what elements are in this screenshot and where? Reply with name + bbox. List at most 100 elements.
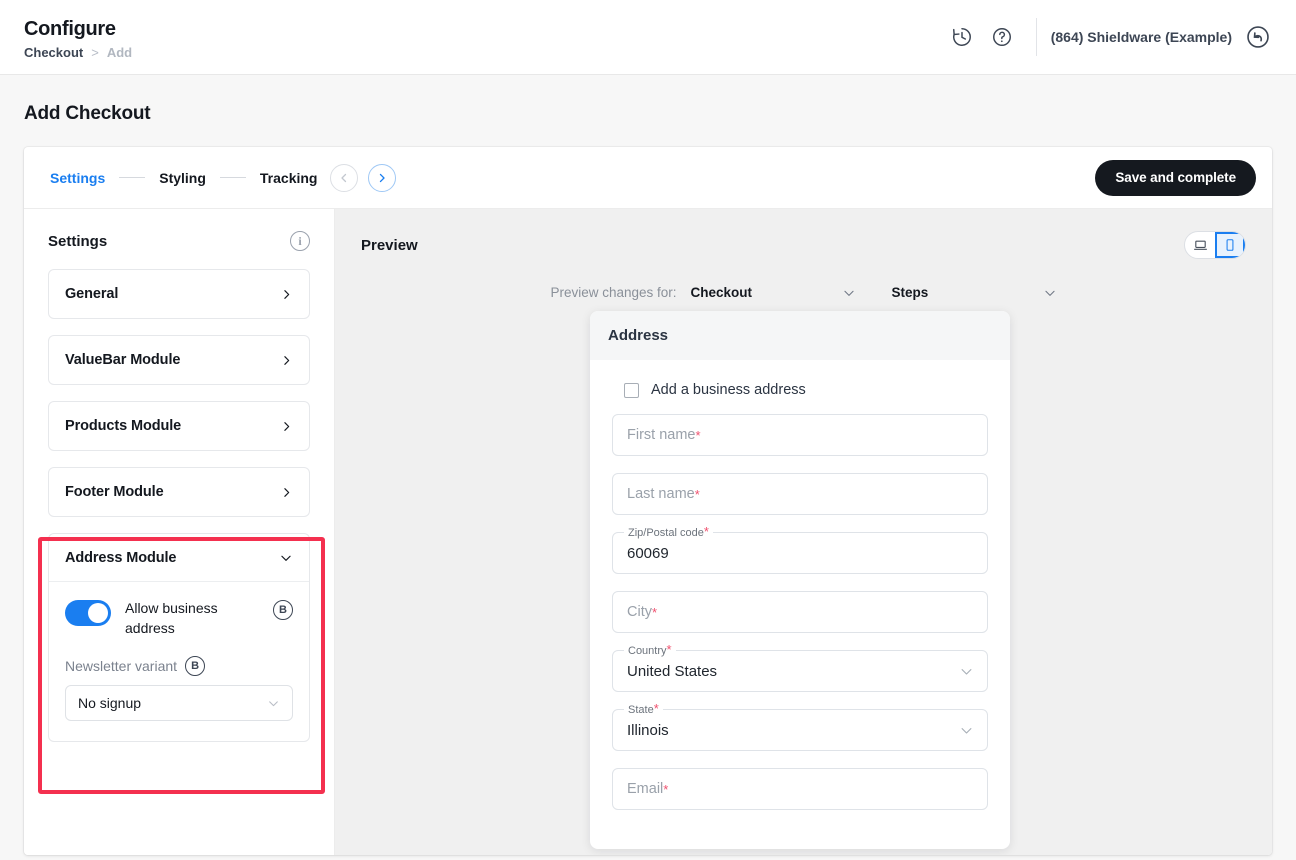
chevron-right-icon <box>280 354 293 367</box>
header-divider <box>1035 18 1037 56</box>
card-body: Settings i General ValueBar Module Produ… <box>24 209 1272 855</box>
business-address-checkbox-row[interactable]: Add a business address <box>624 382 988 398</box>
chevron-down-icon <box>267 697 280 710</box>
last-name-placeholder: Last name <box>627 486 695 502</box>
email-field[interactable]: Email * <box>612 768 988 810</box>
tab-tracking[interactable]: Tracking <box>258 170 320 186</box>
breadcrumb-add: Add <box>106 44 133 60</box>
module-header[interactable]: Footer Module <box>49 468 309 516</box>
required-asterisk: * <box>695 427 701 443</box>
zip-postal-code-label: Zip/Postal code* <box>624 524 713 539</box>
newsletter-variant-label: Newsletter variant <box>65 658 178 674</box>
required-asterisk: * <box>694 486 700 502</box>
variant-b-badge-icon[interactable]: B <box>273 600 293 620</box>
tab-styling[interactable]: Styling <box>157 170 208 186</box>
module-header[interactable]: ValueBar Module <box>49 336 309 384</box>
zip-postal-code-value: 60069 <box>627 544 669 562</box>
city-field[interactable]: City * <box>612 591 988 633</box>
allow-business-address-row: Allow business address B <box>65 598 293 638</box>
undo-arrow-icon[interactable] <box>1244 23 1272 51</box>
module-header[interactable]: Products Module <box>49 402 309 450</box>
state-value: Illinois <box>627 721 669 739</box>
preview-card-title: Address <box>590 311 1010 360</box>
sidebar-item-footer-module[interactable]: Footer Module <box>48 467 310 517</box>
next-step-button[interactable] <box>367 163 396 192</box>
preview-controls-label: Preview changes for: <box>550 285 677 300</box>
account-block[interactable]: (864) Shieldware (Example) <box>1051 23 1272 51</box>
settings-sidebar: Settings i General ValueBar Module Produ… <box>24 209 335 855</box>
chevron-down-icon <box>959 664 974 679</box>
tab-connector <box>119 177 146 178</box>
sidebar-item-general[interactable]: General <box>48 269 310 319</box>
header-left: Configure Checkout > Add <box>24 15 132 60</box>
tabs: Settings Styling Tracking <box>48 163 396 192</box>
account-name: (864) Shieldware (Example) <box>1050 29 1232 45</box>
module-body: Allow business address B Newsletter vari… <box>49 582 309 741</box>
module-label: Address Module <box>65 549 177 566</box>
sidebar-item-valuebar-module[interactable]: ValueBar Module <box>48 335 310 385</box>
variant-b-badge-icon[interactable]: B <box>185 656 206 676</box>
preview-controls: Preview changes for: Checkout Steps <box>361 285 1246 300</box>
sidebar-item-products-module[interactable]: Products Module <box>48 401 310 451</box>
sidebar-item-address-module[interactable]: Address Module Allow business address B … <box>48 533 310 742</box>
breadcrumb: Checkout > Add <box>24 45 132 60</box>
preview-scope-select[interactable]: Checkout <box>691 285 856 300</box>
email-placeholder: Email <box>627 781 664 797</box>
prev-step-button[interactable] <box>329 163 358 192</box>
breadcrumb-checkout[interactable]: Checkout <box>24 45 83 60</box>
module-label: Products Module <box>65 418 182 434</box>
country-value: United States <box>627 662 718 680</box>
business-address-label: Add a business address <box>651 382 806 398</box>
sidebar-header: Settings i <box>48 231 310 251</box>
laptop-icon[interactable] <box>1185 232 1215 258</box>
module-label: Footer Module <box>65 484 164 500</box>
toggle-knob <box>88 603 108 623</box>
required-asterisk: * <box>666 642 672 657</box>
chevron-down-icon <box>842 286 856 300</box>
zip-postal-code-field[interactable]: Zip/Postal code* 60069 <box>612 525 988 574</box>
module-header[interactable]: Address Module <box>49 534 309 582</box>
module-label: General <box>65 286 119 302</box>
chevron-right-icon <box>280 486 293 499</box>
preview-card-body: Add a business address First name * Last … <box>590 360 1010 810</box>
country-select[interactable]: Country* United States <box>612 643 988 692</box>
checkout-preview-card: Address Add a business address First nam… <box>590 311 1010 849</box>
app-header: Configure Checkout > Add (864) Shieldwar… <box>0 0 1296 75</box>
help-question-icon[interactable] <box>982 17 1022 57</box>
city-placeholder: City <box>627 604 652 620</box>
main-card: Settings Styling Tracking Save and compl… <box>24 147 1272 855</box>
save-and-complete-button[interactable]: Save and complete <box>1095 159 1256 196</box>
chevron-down-icon <box>279 551 293 565</box>
tab-strip: Settings Styling Tracking Save and compl… <box>24 147 1272 209</box>
tab-settings[interactable]: Settings <box>48 170 107 186</box>
newsletter-variant-select[interactable]: No signup <box>65 685 293 721</box>
header-right: (864) Shieldware (Example) <box>942 17 1272 57</box>
mobile-icon[interactable] <box>1215 232 1245 258</box>
module-header[interactable]: General <box>49 270 309 318</box>
first-name-placeholder: First name <box>627 427 696 443</box>
chevron-down-icon <box>1043 286 1057 300</box>
newsletter-variant-value: No signup <box>78 695 142 711</box>
preview-steps-select[interactable]: Steps <box>892 285 1057 300</box>
preview-steps-value: Steps <box>891 285 929 300</box>
first-name-field[interactable]: First name * <box>612 414 988 456</box>
last-name-field[interactable]: Last name * <box>612 473 988 515</box>
required-asterisk: * <box>651 604 658 620</box>
allow-business-address-toggle[interactable] <box>65 600 111 626</box>
preview-pane: Preview Preview changes for: Checkout St… <box>335 209 1272 855</box>
required-asterisk: * <box>703 524 709 539</box>
page-title: Add Checkout <box>24 103 151 124</box>
preview-header: Preview <box>361 231 1246 259</box>
country-label: Country* <box>624 642 676 657</box>
business-address-checkbox[interactable] <box>624 382 639 398</box>
page-heading: Configure <box>24 17 116 40</box>
info-icon[interactable]: i <box>290 231 310 251</box>
required-asterisk: * <box>653 701 659 716</box>
preview-title: Preview <box>361 236 418 254</box>
required-asterisk: * <box>663 781 669 797</box>
state-select[interactable]: State* Illinois <box>612 702 988 751</box>
chevron-right-icon <box>280 420 293 433</box>
history-clock-icon[interactable] <box>942 17 982 57</box>
preview-scope-value: Checkout <box>690 285 753 300</box>
chevron-right-icon <box>280 288 293 301</box>
